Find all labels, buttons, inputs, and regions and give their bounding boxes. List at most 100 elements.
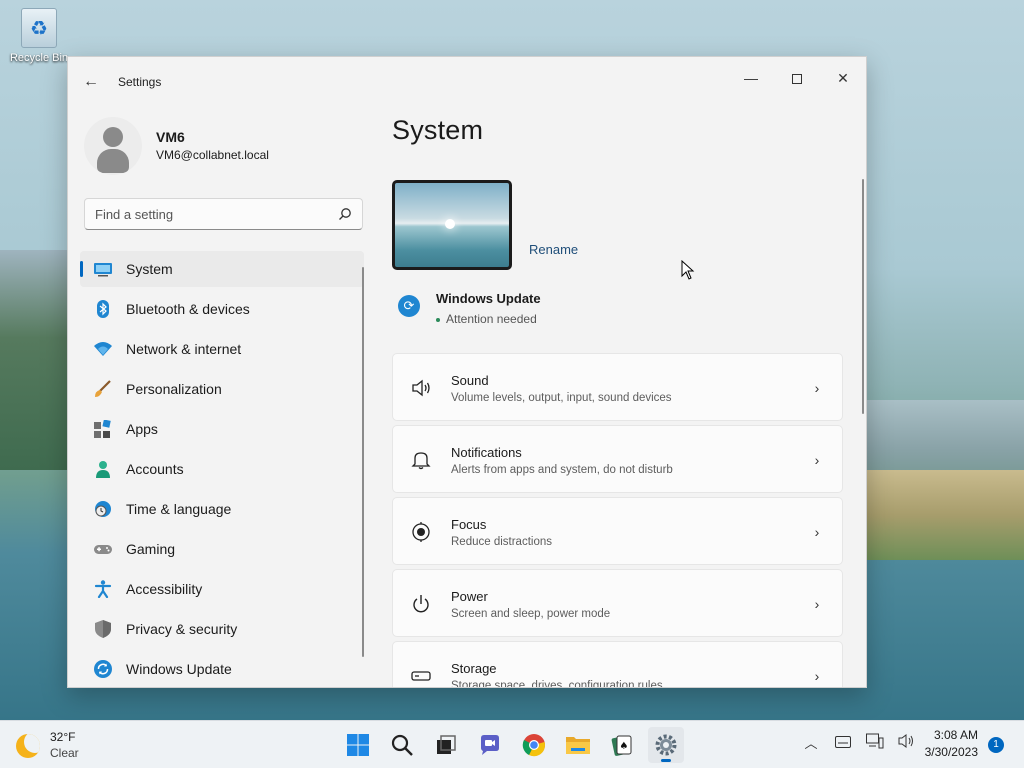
title-bar[interactable]: ← Settings — ✕: [68, 57, 866, 105]
taskbar-settings-button[interactable]: [648, 727, 684, 763]
card-notifications[interactable]: Notifications Alerts from apps and syste…: [392, 425, 843, 493]
sidebar-item-label: Bluetooth & devices: [126, 301, 250, 317]
settings-card-list: Sound Volume levels, output, input, soun…: [392, 353, 843, 688]
chevron-right-icon: ›: [814, 452, 820, 468]
device-wallpaper-preview[interactable]: [392, 180, 512, 270]
minimize-button[interactable]: —: [728, 63, 774, 93]
brush-icon: [95, 380, 111, 397]
keyboard-icon[interactable]: [832, 733, 854, 755]
cards-icon: ♠: [611, 735, 632, 756]
user-name: VM6: [156, 129, 185, 145]
weather-temperature: 32°F: [50, 730, 76, 744]
sidebar-item-label: Time & language: [126, 501, 232, 517]
clock-time: 3:08 AM: [933, 728, 978, 742]
window-title: Settings: [118, 75, 162, 89]
chevron-right-icon: ›: [814, 596, 820, 612]
bluetooth-icon: [97, 300, 109, 318]
update-icon: [94, 660, 112, 678]
bell-icon: [411, 452, 431, 470]
sidebar-item-privacy-security[interactable]: Privacy & security: [80, 611, 364, 647]
taskbar-file-explorer-button[interactable]: [560, 727, 596, 763]
rename-link[interactable]: Rename: [529, 242, 578, 257]
card-subtitle: Storage space, drives, configuration rul…: [451, 680, 663, 688]
display-icon: [94, 263, 112, 277]
search-icon: [391, 734, 413, 756]
chevron-right-icon: ›: [814, 524, 820, 540]
close-button[interactable]: ✕: [820, 63, 866, 93]
sidebar-item-apps[interactable]: Apps: [80, 411, 364, 447]
taskbar-chrome-button[interactable]: [516, 727, 552, 763]
search-box[interactable]: [84, 198, 363, 230]
sidebar-item-accounts[interactable]: Accounts: [80, 451, 364, 487]
card-title: Focus: [451, 517, 487, 532]
taskbar: 32°F Clear ♠ ︿ 3:08 AM 3/30/2023 1: [0, 720, 1024, 768]
taskbar-start-button[interactable]: [340, 727, 376, 763]
storage-icon: [411, 671, 431, 681]
taskbar-task-view-button[interactable]: [428, 727, 464, 763]
sidebar-item-personalization[interactable]: Personalization: [80, 371, 364, 407]
user-email: VM6@collabnet.local: [156, 148, 269, 162]
sidebar-item-label: Apps: [126, 421, 158, 437]
accessibility-icon: [94, 580, 112, 598]
shield-icon: [95, 620, 111, 638]
sidebar-item-label: Privacy & security: [126, 621, 238, 637]
search-input[interactable]: [85, 199, 315, 229]
task-view-icon: [437, 735, 456, 754]
card-power[interactable]: Power Screen and sleep, power mode ›: [392, 569, 843, 637]
card-subtitle: Volume levels, output, input, sound devi…: [451, 392, 672, 404]
update-icon: ⟳: [398, 295, 420, 317]
gear-icon: [655, 734, 677, 756]
sidebar-item-time-language[interactable]: Time & language: [80, 491, 364, 527]
taskbar-solitaire-button[interactable]: ♠: [604, 727, 640, 763]
network-icon[interactable]: [864, 733, 886, 755]
power-icon: [413, 595, 429, 613]
taskbar-chat-button[interactable]: [472, 727, 508, 763]
focus-icon: [412, 522, 430, 542]
sidebar-item-system[interactable]: System: [80, 251, 364, 287]
maximize-icon: [792, 74, 802, 85]
speaker-icon: [412, 379, 430, 397]
sidebar-item-bluetooth[interactable]: Bluetooth & devices: [80, 291, 364, 327]
wifi-icon: [94, 342, 112, 356]
moon-icon: [16, 734, 40, 758]
taskbar-search-button[interactable]: [384, 727, 420, 763]
chevron-right-icon: ›: [814, 668, 820, 684]
back-button[interactable]: ←: [80, 71, 102, 93]
card-storage[interactable]: Storage Storage space, drives, configura…: [392, 641, 843, 688]
desktop-wallpaper-grass: [866, 470, 1024, 560]
mouse-cursor-icon: [681, 260, 695, 280]
card-title: Storage: [451, 661, 497, 676]
card-focus[interactable]: Focus Reduce distractions ›: [392, 497, 843, 565]
desktop-icon-recycle-bin[interactable]: ♻ Recycle Bin: [4, 8, 74, 64]
person-icon: [96, 461, 110, 478]
chevron-right-icon: ›: [814, 380, 820, 396]
status-dot: [436, 317, 440, 322]
system-tray: ︿: [800, 733, 928, 755]
sidebar-item-label: Personalization: [126, 381, 222, 397]
taskbar-clock[interactable]: 3:08 AM 3/30/2023: [918, 728, 978, 759]
apps-icon: [94, 420, 111, 438]
clock-date: 3/30/2023: [924, 745, 978, 759]
card-title: Sound: [451, 373, 489, 388]
card-sound[interactable]: Sound Volume levels, output, input, soun…: [392, 353, 843, 421]
desktop-icon-label: Recycle Bin: [9, 52, 69, 64]
recycle-bin-icon: ♻: [21, 8, 57, 48]
sidebar-nav: System Bluetooth & devices Network & int…: [80, 251, 364, 687]
chevron-up-icon[interactable]: ︿: [800, 733, 822, 755]
sidebar-item-gaming[interactable]: Gaming: [80, 531, 364, 567]
minimize-icon: —: [744, 70, 758, 86]
card-title: Notifications: [451, 445, 522, 460]
sidebar-item-windows-update[interactable]: Windows Update: [80, 651, 364, 687]
sidebar-item-network[interactable]: Network & internet: [80, 331, 364, 367]
volume-icon[interactable]: [896, 733, 918, 755]
card-subtitle: Reduce distractions: [451, 536, 552, 548]
avatar: [84, 117, 142, 175]
notification-badge[interactable]: 1: [988, 737, 1004, 753]
back-arrow-icon: ←: [83, 73, 99, 90]
gamepad-icon: [94, 545, 112, 554]
sidebar-item-accessibility[interactable]: Accessibility: [80, 571, 364, 607]
content-scrollbar[interactable]: [862, 179, 864, 414]
sidebar-scrollbar[interactable]: [362, 267, 364, 657]
maximize-button[interactable]: [774, 63, 820, 93]
folder-icon: [566, 737, 590, 754]
